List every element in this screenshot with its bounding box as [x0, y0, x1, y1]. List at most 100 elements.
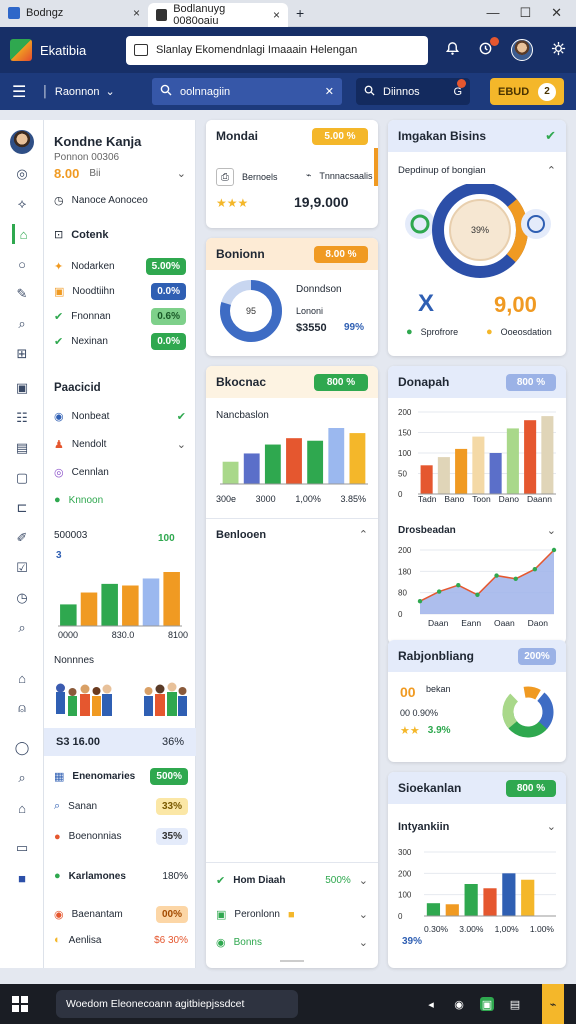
- list-item[interactable]: ● Karlamones 180%: [54, 870, 188, 882]
- folder-icon[interactable]: ■: [12, 868, 32, 888]
- list-item[interactable]: ✔ Hom Diaah 500% ⌄: [216, 874, 368, 887]
- list-item[interactable]: ● Boenonnias 35%: [54, 828, 188, 845]
- menu-icon[interactable]: ☰: [12, 82, 32, 102]
- clock-icon[interactable]: ◷: [12, 588, 32, 608]
- search-icon[interactable]: ◎: [12, 164, 32, 184]
- close-window-button[interactable]: ✕: [551, 5, 562, 21]
- section1-header[interactable]: ⊡ Cotenk: [54, 228, 109, 242]
- section-title: Intyankiin: [398, 820, 450, 833]
- clock-icon: ◷: [54, 195, 64, 207]
- new-tab-button[interactable]: +: [296, 5, 304, 21]
- list-item[interactable]: ◉ Nonbeat ✔: [54, 410, 186, 423]
- list-item[interactable]: ● Knnoon: [54, 494, 186, 506]
- taskbar-search[interactable]: Woedom Eleonecoann agitbiepjssdcet: [56, 990, 298, 1018]
- minimize-button[interactable]: —: [486, 5, 499, 21]
- bell-icon[interactable]: [445, 41, 460, 59]
- home-icon[interactable]: ⌂: [12, 668, 32, 688]
- maximize-button[interactable]: ☐: [519, 5, 531, 21]
- card-right-text: Tnnnacsaalis: [319, 170, 373, 181]
- chart-tick-label: 8100: [167, 630, 188, 640]
- summary-row[interactable]: S3 16.00 36%: [44, 728, 196, 756]
- profile-amount-row[interactable]: 8.00 Bii ⌄: [54, 166, 186, 181]
- card-row[interactable]: ⎙ Bernoels: [216, 168, 278, 186]
- section-header[interactable]: Benlooen ⌃: [216, 528, 368, 542]
- layout-icon[interactable]: ▤: [12, 438, 32, 458]
- filter-badge: [457, 79, 466, 88]
- home-icon[interactable]: ⌂: [12, 224, 32, 244]
- card-subheader[interactable]: Depdinup of bongian ⌃: [398, 164, 556, 177]
- check-icon[interactable]: ☑: [12, 558, 32, 578]
- check-icon: ✔: [176, 411, 186, 423]
- action-button-label: EBUD: [498, 85, 530, 98]
- user-icon[interactable]: ◯: [12, 738, 32, 758]
- search-icon[interactable]: ⌕: [12, 618, 32, 638]
- tab-close-icon[interactable]: ×: [273, 8, 280, 22]
- list-item[interactable]: ◉ Baenantam 00%: [54, 906, 188, 923]
- action-button[interactable]: EBUD 2: [490, 78, 564, 105]
- list-icon[interactable]: ☷: [12, 408, 32, 428]
- search-input[interactable]: oolnnagiin ✕: [152, 78, 342, 105]
- folder-icon[interactable]: ▤: [508, 997, 522, 1011]
- browser-tab[interactable]: Bodngz ×: [0, 0, 148, 27]
- user-avatar[interactable]: [511, 39, 533, 61]
- area-fill: [420, 550, 554, 614]
- y-tick-label: 200: [398, 546, 412, 555]
- settings-icon[interactable]: [551, 41, 566, 59]
- bookmark-icon[interactable]: ⊏: [12, 498, 32, 518]
- list-item[interactable]: ✔ Fnonnan 0.6%: [54, 308, 186, 325]
- edit-icon[interactable]: ✐: [12, 528, 32, 548]
- list-item[interactable]: ◐ Aenlisa $6 30%: [54, 934, 188, 946]
- status-row[interactable]: ◷ Nanoce Aonoceo: [54, 194, 148, 207]
- list-item[interactable]: ✦ Nodarken 5.00%: [54, 258, 186, 275]
- notification-button[interactable]: ⌁: [542, 984, 564, 1024]
- start-button[interactable]: [12, 996, 28, 1012]
- chat-icon[interactable]: ▢: [12, 468, 32, 488]
- chart-bar: [307, 440, 324, 484]
- pen-icon[interactable]: ✎: [12, 284, 32, 304]
- list-item[interactable]: ✔ Nexinan 0.0%: [54, 333, 186, 350]
- clock-icon: ◉: [54, 909, 64, 921]
- search-icon[interactable]: ⌕: [12, 314, 32, 334]
- refresh-icon[interactable]: [478, 37, 499, 59]
- filter-chip[interactable]: Diinnos G: [356, 78, 470, 105]
- app-icon[interactable]: ▣: [480, 997, 494, 1011]
- rail-avatar[interactable]: [10, 130, 34, 154]
- gift-icon[interactable]: ⊞: [12, 344, 32, 364]
- list-item[interactable]: ▦ Enenomaries 500%: [54, 768, 188, 785]
- house-icon[interactable]: ⌂: [12, 798, 32, 818]
- profile-subtitle: Ponnon 00306: [54, 152, 120, 163]
- pie-chart: [502, 686, 554, 738]
- navigate-icon[interactable]: ⟡: [12, 194, 32, 214]
- card-header: Bkocnac 800 %: [206, 366, 378, 398]
- card-badge: 800 %: [314, 373, 368, 391]
- browser-tab-active[interactable]: Bodlanuyg 0080oaiu ×: [148, 2, 288, 27]
- scroll-handle[interactable]: [280, 960, 304, 962]
- section-header[interactable]: Intyankiin ⌄: [398, 820, 556, 834]
- calendar-icon[interactable]: ▣: [12, 378, 32, 398]
- section-header[interactable]: Drosbeadan ⌄: [398, 524, 556, 537]
- bag-icon[interactable]: ⍝: [12, 698, 32, 718]
- list-item[interactable]: ♟ Nendolt ⌄: [54, 438, 186, 451]
- chrome-icon[interactable]: ◉: [452, 997, 466, 1011]
- chevron-down-icon: ⌄: [358, 937, 368, 949]
- toolbar-dropdown[interactable]: │ Raonnon ⌄: [42, 85, 142, 99]
- tab-close-icon[interactable]: ×: [133, 6, 140, 20]
- chevron-down-icon: ⌄: [358, 909, 368, 921]
- doc-icon[interactable]: ▭: [12, 838, 32, 858]
- list-item[interactable]: ⌕ Sanan 33%: [54, 798, 188, 815]
- clear-icon[interactable]: ✕: [325, 85, 334, 98]
- divider: [206, 518, 378, 519]
- search-icon[interactable]: ⌕: [12, 768, 32, 788]
- chevron-left-icon[interactable]: ◂: [424, 997, 438, 1011]
- list-item[interactable]: ◎ Cennlan: [54, 466, 186, 479]
- list-item[interactable]: ▣ Peronlonn ■ ⌄: [216, 908, 368, 922]
- action-button-count: 2: [538, 82, 556, 101]
- taskbar-search-text: Woedom Eleonecoann agitbiepjssdcet: [66, 998, 245, 1010]
- address-bar[interactable]: Slanlay Ekomendnlagi Imaaain Helengan: [126, 35, 428, 65]
- circle-icon[interactable]: ○: [12, 254, 32, 274]
- card-right-label[interactable]: ⌁ Tnnnacsaalis: [306, 170, 372, 181]
- list-item[interactable]: ◉ Bonns ⌄: [216, 936, 368, 949]
- image-icon: ▣: [216, 909, 227, 921]
- check-icon[interactable]: ✔: [545, 128, 556, 144]
- list-item[interactable]: ▣ Noodtiihn 0.0%: [54, 283, 186, 300]
